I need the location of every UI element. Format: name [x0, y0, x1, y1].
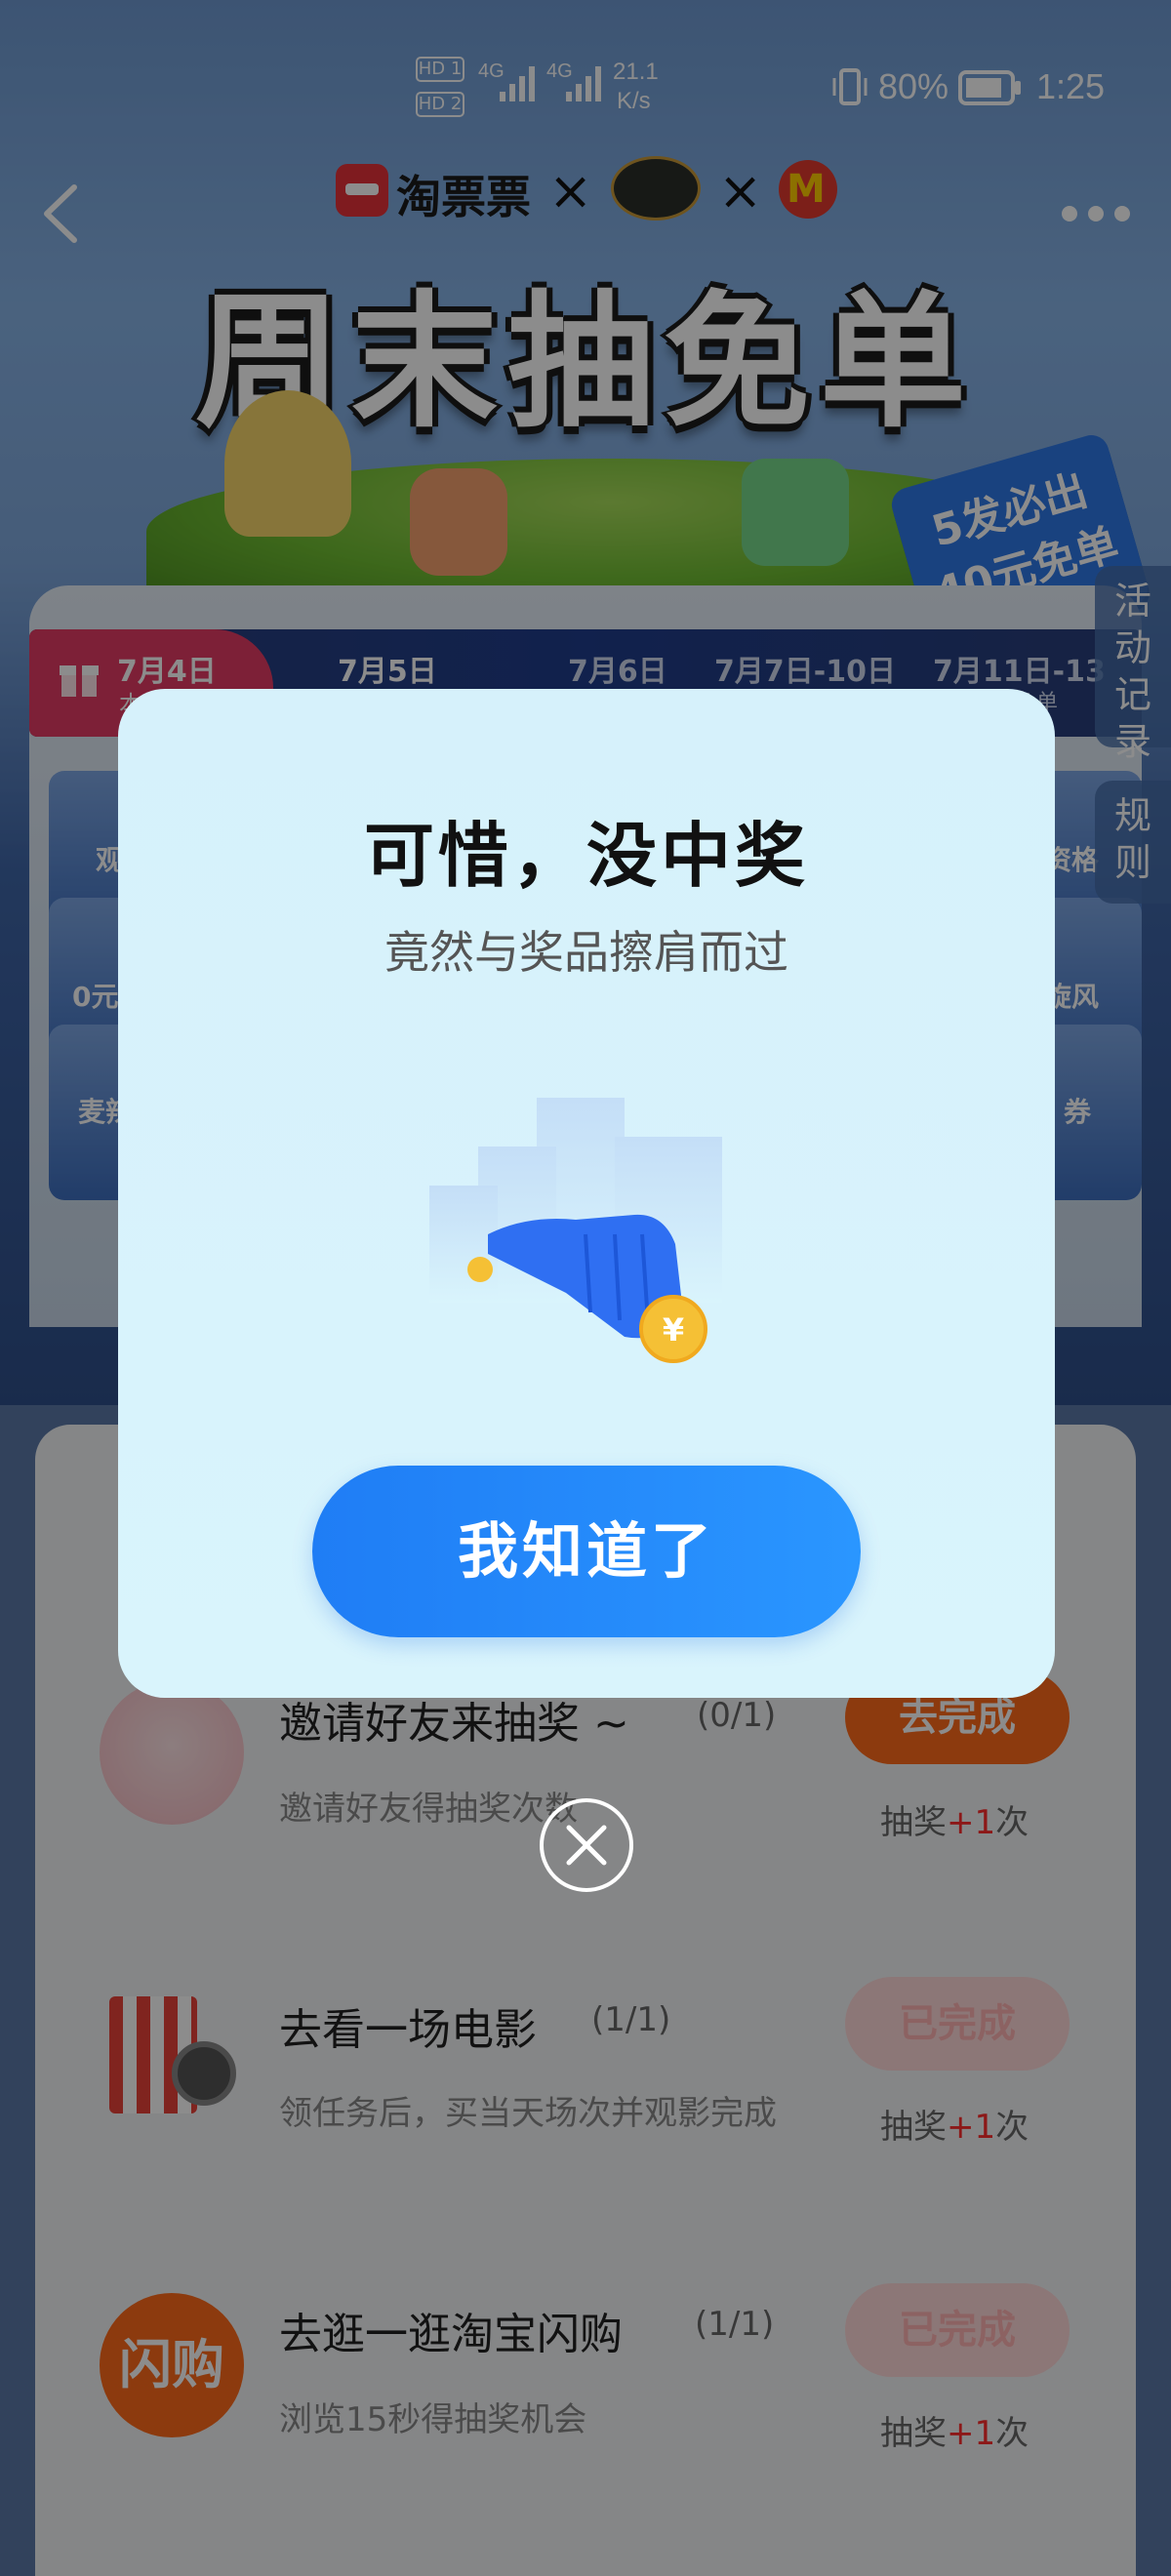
dialog-title: 可惜，没中奖	[363, 815, 809, 897]
coin-symbol: ¥	[663, 1311, 684, 1348]
close-circle-icon[interactable]	[540, 1798, 633, 1892]
dialog-subtitle: 竟然与奖品擦肩而过	[384, 926, 788, 979]
coin-icon: ¥	[639, 1295, 707, 1363]
close-icon	[566, 1825, 607, 1866]
acknowledge-button[interactable]: 我知道了	[312, 1466, 861, 1637]
